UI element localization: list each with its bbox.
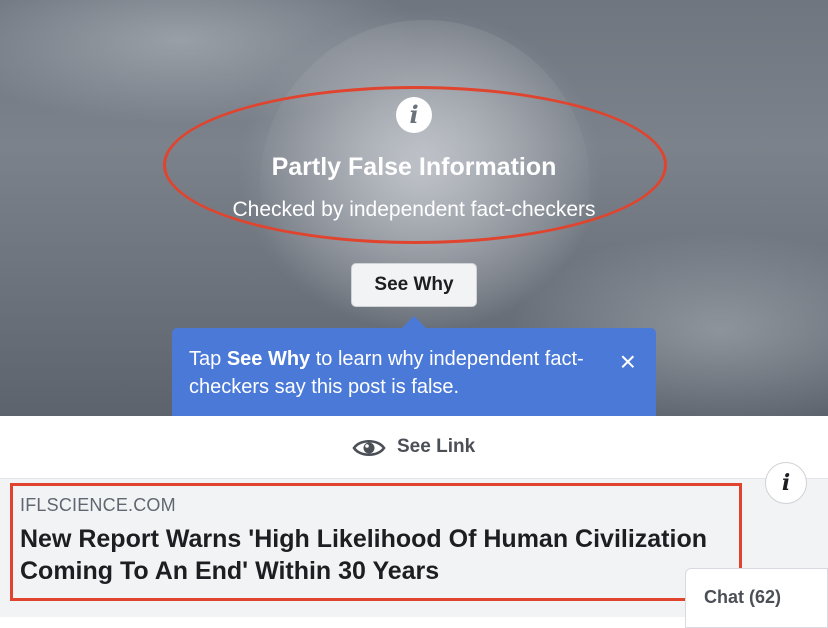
see-link-bar[interactable]: See Link	[0, 416, 828, 479]
chat-label: Chat (62)	[704, 587, 782, 607]
card-info-icon[interactable]: i	[765, 462, 807, 504]
tooltip-text-bold: See Why	[226, 348, 311, 370]
tooltip-text-prefix: Tap	[189, 348, 227, 370]
chat-tab[interactable]: Chat (62)	[685, 568, 828, 628]
close-icon[interactable]: ×	[620, 348, 636, 376]
annotation-box	[10, 483, 742, 601]
see-why-tooltip: Tap See Why to learn why independent fac…	[172, 328, 656, 416]
annotation-ellipse	[163, 86, 667, 244]
see-link-label: See Link	[397, 436, 476, 457]
tooltip-arrow	[402, 316, 426, 328]
eye-icon	[352, 439, 386, 457]
fact-check-overlay: i Partly False Information Checked by in…	[0, 0, 828, 416]
see-why-button[interactable]: See Why	[351, 263, 477, 307]
